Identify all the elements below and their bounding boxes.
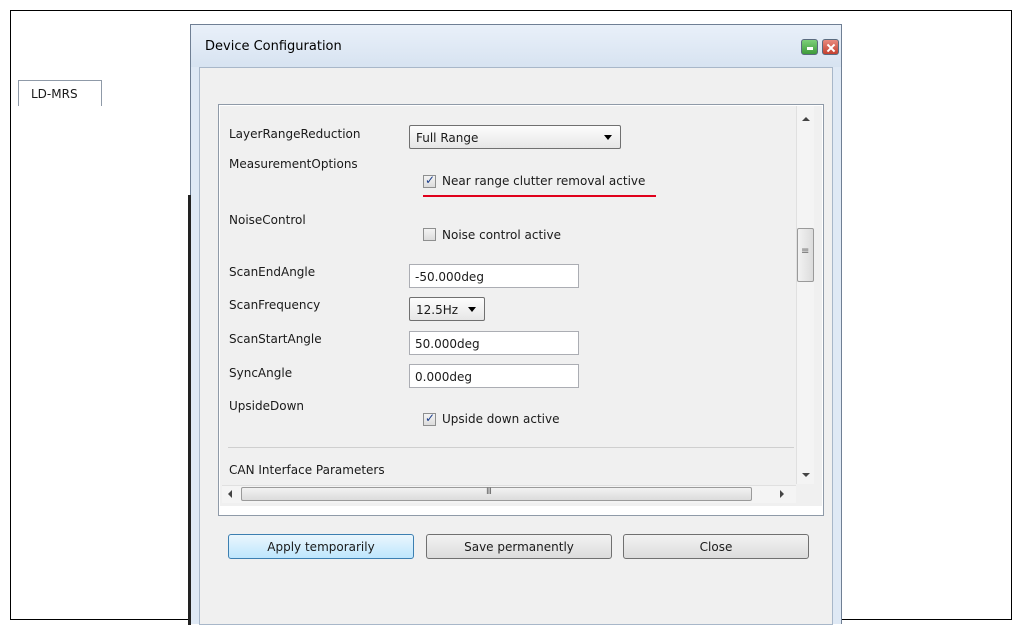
scan-frequency-label: ScanFrequency — [229, 298, 321, 312]
window-title: Device Configuration — [205, 39, 342, 54]
chevron-down-icon — [604, 135, 612, 140]
tab-ld-mrs[interactable]: LD-MRS — [18, 80, 102, 106]
noise-control-checkbox-label: Noise control active — [442, 228, 561, 242]
minimize-icon[interactable] — [801, 39, 818, 55]
upside-down-label: UpsideDown — [229, 399, 304, 413]
noise-control-checkbox[interactable] — [423, 228, 436, 241]
scroll-right-icon[interactable] — [780, 490, 784, 498]
vertical-scroll-thumb[interactable] — [797, 228, 814, 282]
vertical-scrollbar[interactable] — [796, 106, 814, 484]
layer-range-reduction-label: LayerRangeReduction — [229, 127, 361, 141]
layer-range-reduction-value: Full Range — [416, 131, 479, 145]
scroll-left-icon[interactable] — [228, 490, 232, 498]
scan-start-angle-label: ScanStartAngle — [229, 332, 322, 346]
sync-angle-input[interactable]: 0.000deg — [409, 364, 579, 388]
window-left-edge — [188, 195, 191, 625]
near-range-clutter-checkbox[interactable] — [423, 173, 436, 188]
near-range-clutter-label: Near range clutter removal active — [442, 174, 646, 188]
title-bar[interactable]: Device Configuration — [191, 25, 841, 67]
scroll-up-icon[interactable] — [802, 117, 810, 121]
upside-down-checkbox[interactable] — [423, 411, 436, 426]
highlight-underline — [423, 195, 656, 197]
save-permanently-button[interactable]: Save permanently — [426, 534, 612, 559]
scan-frequency-select[interactable]: 12.5Hz — [409, 297, 485, 321]
scan-start-angle-input[interactable]: 50.000deg — [409, 331, 579, 355]
horizontal-scroll-thumb[interactable] — [241, 487, 752, 501]
close-window-icon[interactable] — [822, 39, 839, 55]
scan-end-angle-input[interactable]: -50.000deg — [409, 264, 579, 288]
measurement-options-label: MeasurementOptions — [229, 157, 358, 171]
close-button[interactable]: Close — [623, 534, 809, 559]
upside-down-checkbox-label: Upside down active — [442, 412, 560, 426]
scan-frequency-value: 12.5Hz — [416, 303, 459, 317]
can-interface-section-header[interactable]: CAN Interface Parameters — [229, 463, 385, 477]
chevron-down-icon — [468, 307, 476, 312]
sync-angle-label: SyncAngle — [229, 366, 293, 380]
noise-control-label: NoiseControl — [229, 213, 306, 227]
section-divider — [228, 447, 794, 448]
layer-range-reduction-select[interactable]: Full Range — [409, 125, 621, 149]
scan-end-angle-label: ScanEndAngle — [229, 265, 316, 279]
apply-temporarily-button[interactable]: Apply temporarily — [228, 534, 414, 559]
scroll-down-icon[interactable] — [802, 473, 810, 477]
